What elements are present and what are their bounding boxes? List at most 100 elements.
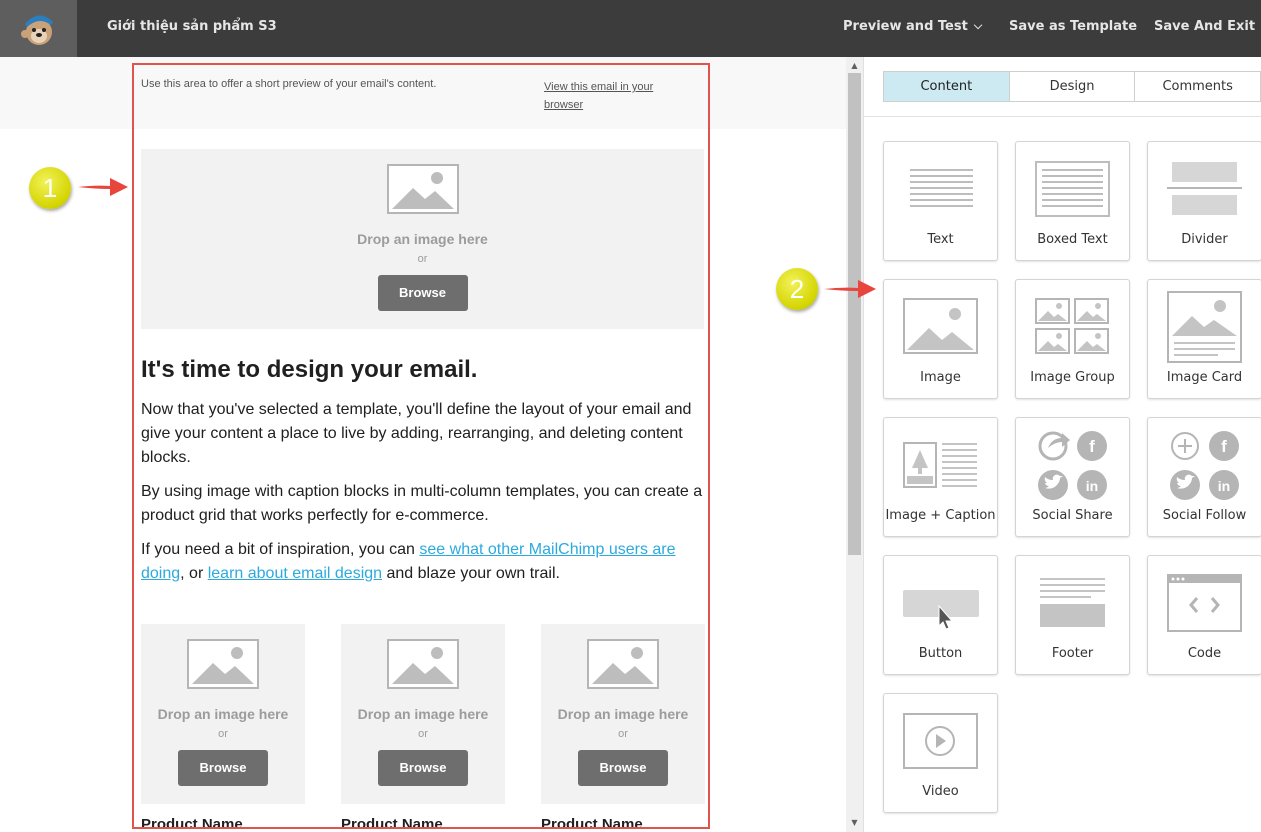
chevron-down-icon: ⌵ (973, 19, 983, 32)
scroll-up-arrow-icon[interactable]: ▲ (846, 59, 863, 73)
tab-design[interactable]: Design (1010, 72, 1136, 101)
tab-comments[interactable]: Comments (1135, 72, 1260, 101)
block-text[interactable]: Text (883, 141, 998, 261)
block-social-share[interactable]: f in Social Share (1015, 417, 1130, 537)
mailchimp-freddie-icon (21, 15, 53, 45)
annotation-marker-2: 2 (776, 268, 818, 310)
text-block-icon (910, 169, 973, 207)
block-button[interactable]: Button (883, 555, 998, 675)
product-name: Product Name (541, 816, 643, 829)
block-label: Code (1187, 646, 1222, 661)
browse-button[interactable]: Browse (378, 750, 468, 786)
tab-content[interactable]: Content (884, 72, 1010, 101)
preview-scrollbar[interactable]: ▲ ▼ (846, 57, 863, 832)
or-text: or (218, 728, 228, 740)
drop-image-text: Drop an image here (557, 706, 689, 722)
drop-image-text: Drop an image here (357, 706, 489, 722)
button-block-icon (903, 590, 979, 630)
boxed-text-block-icon (1035, 161, 1110, 217)
email-paragraph-3: If you need a bit of inspiration, you ca… (141, 538, 707, 586)
svg-text:f: f (1089, 437, 1095, 456)
hero-image-dropzone[interactable]: Drop an image here or Browse (141, 149, 704, 329)
image-placeholder-icon (587, 639, 659, 689)
annotation-arrow-icon (824, 280, 876, 298)
block-social-follow[interactable]: f in Social Follow (1147, 417, 1261, 537)
product-name: Product Name (141, 816, 243, 829)
block-label: Video (922, 784, 959, 799)
code-block-icon (1167, 574, 1242, 632)
image-placeholder-icon (187, 639, 259, 689)
save-and-exit-label: Save And Exit (1154, 19, 1256, 34)
or-text: or (418, 728, 428, 740)
paragraph-3-start: If you need a bit of inspiration, you ca… (141, 541, 420, 558)
social-follow-block-icon: f in (1170, 431, 1239, 500)
browse-button[interactable]: Browse (377, 275, 468, 311)
browse-button[interactable]: Browse (178, 750, 268, 786)
preheader-block[interactable]: Use this area to offer a short preview o… (134, 65, 708, 129)
block-label: Image Group (1030, 370, 1115, 385)
video-block-icon (903, 713, 978, 769)
content-blocks-panel: Content Design Comments Text Boxed Text (863, 57, 1261, 832)
block-label: Social Follow (1162, 508, 1247, 523)
or-text: or (417, 253, 428, 265)
image-placeholder-icon (387, 639, 459, 689)
email-paragraph-1: Now that you've selected a template, you… (141, 401, 692, 466)
annotation-arrow-icon (78, 178, 128, 196)
browse-button[interactable]: Browse (578, 750, 668, 786)
social-share-block-icon: f in (1038, 431, 1107, 500)
annotation-marker-1: 1 (29, 167, 71, 209)
or-text: or (618, 728, 628, 740)
preview-and-test-label: Preview and Test (843, 19, 968, 34)
product-image-dropzone[interactable]: Drop an image here or Browse (141, 624, 305, 804)
block-label: Text (927, 232, 954, 247)
svg-text:in: in (1086, 478, 1098, 494)
paragraph-3-mid: , or (180, 565, 208, 582)
block-code[interactable]: Code (1147, 555, 1261, 675)
drop-image-text: Drop an image here (357, 231, 488, 247)
drop-image-text: Drop an image here (157, 706, 289, 722)
email-template-canvas[interactable]: Use this area to offer a short preview o… (132, 63, 710, 829)
scroll-down-arrow-icon[interactable]: ▼ (846, 816, 863, 830)
product-image-dropzone[interactable]: Drop an image here or Browse (541, 624, 705, 804)
block-label: Divider (1181, 232, 1228, 247)
block-label: Boxed Text (1037, 232, 1108, 247)
image-block-icon (903, 298, 978, 354)
block-label: Image Card (1166, 370, 1243, 385)
footer-block-icon (1040, 578, 1105, 627)
preview-and-test-menu[interactable]: Preview and Test ⌵ (843, 19, 982, 34)
panel-divider (864, 116, 1261, 117)
divider-block-icon (1167, 162, 1242, 215)
email-design-link[interactable]: learn about email design (208, 565, 382, 582)
save-as-template-button[interactable]: Save as Template (1009, 19, 1137, 34)
save-and-exit-menu[interactable]: Save And Exit⌵ (1154, 19, 1261, 34)
block-image-group[interactable]: Image Group (1015, 279, 1130, 399)
block-image-caption[interactable]: Image + Caption (883, 417, 998, 537)
block-label: Image + Caption (885, 508, 996, 523)
image-caption-block-icon (903, 442, 977, 488)
block-label: Social Share (1032, 508, 1113, 523)
svg-text:in: in (1218, 478, 1230, 494)
panel-tabs: Content Design Comments (883, 71, 1261, 102)
block-label: Footer (1051, 646, 1094, 661)
block-boxed-text[interactable]: Boxed Text (1015, 141, 1130, 261)
image-card-block-icon (1167, 291, 1242, 363)
view-in-browser-link[interactable]: View this email in your browser (544, 78, 684, 114)
email-paragraph-2: By using image with caption blocks in mu… (141, 483, 703, 524)
block-divider[interactable]: Divider (1147, 141, 1261, 261)
campaign-title: Giới thiệu sản phẩm S3 (107, 19, 277, 34)
image-group-block-icon (1035, 298, 1109, 354)
svg-text:f: f (1221, 437, 1227, 456)
scroll-thumb[interactable] (848, 73, 861, 555)
preheader-text: Use this area to offer a short preview o… (141, 78, 437, 90)
block-label: Image (920, 370, 961, 385)
mailchimp-logo[interactable] (0, 0, 77, 57)
product-name: Product Name (341, 816, 443, 829)
block-footer[interactable]: Footer (1015, 555, 1130, 675)
block-video[interactable]: Video (883, 693, 998, 813)
image-placeholder-icon (386, 164, 459, 214)
block-image-card[interactable]: Image Card (1147, 279, 1261, 399)
paragraph-3-end: and blaze your own trail. (382, 565, 560, 582)
product-image-dropzone[interactable]: Drop an image here or Browse (341, 624, 505, 804)
block-image[interactable]: Image (883, 279, 998, 399)
email-heading: It's time to design your email. (141, 356, 478, 383)
